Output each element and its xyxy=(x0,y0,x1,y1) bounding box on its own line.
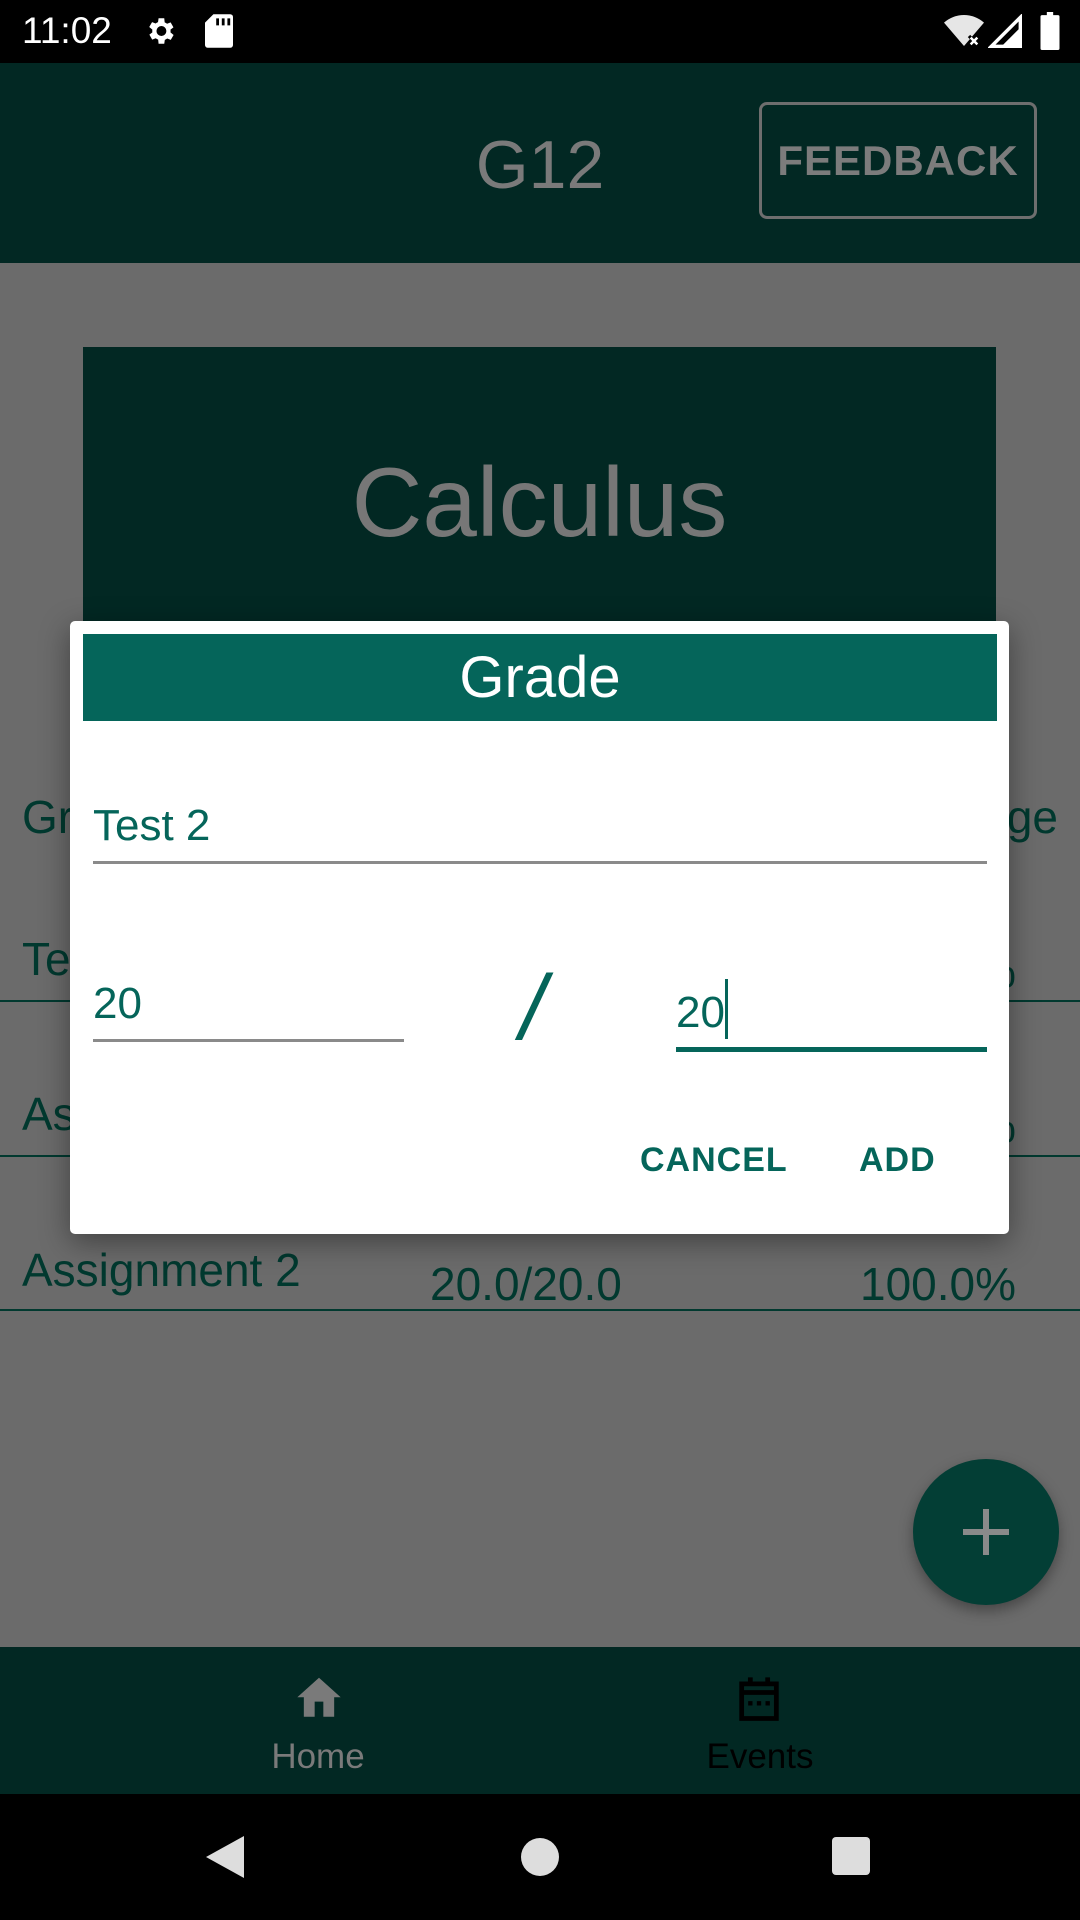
row-name: Assignment 2 xyxy=(22,1244,301,1296)
row-percent: 100.0% xyxy=(859,1258,1016,1310)
wifi-off-icon xyxy=(944,15,984,48)
cancel-button[interactable]: CANCEL xyxy=(640,1141,788,1180)
back-icon[interactable] xyxy=(204,1834,246,1880)
nav-label: Home xyxy=(271,1737,365,1776)
recents-icon[interactable] xyxy=(831,1836,871,1876)
home-icon xyxy=(297,1677,341,1717)
bottom-nav: Home Events xyxy=(0,1647,1080,1794)
separator: / xyxy=(520,957,546,1059)
total-input[interactable]: 20 xyxy=(676,979,987,1052)
feedback-button[interactable]: FEEDBACK xyxy=(759,102,1037,219)
status-time: 11:02 xyxy=(22,10,112,51)
text-cursor xyxy=(724,979,728,1039)
app-bar: G12 FEEDBACK xyxy=(0,63,1080,263)
add-fab[interactable] xyxy=(913,1459,1059,1605)
sd-card-icon xyxy=(205,14,233,48)
add-button[interactable]: ADD xyxy=(859,1141,936,1180)
grade-dialog: Grade Test 2 20 / 20 CANCEL ADD xyxy=(70,621,1009,1234)
nav-item-home[interactable]: Home xyxy=(168,1647,468,1794)
row-score: 20.0/20.0 xyxy=(430,1258,622,1310)
system-nav-bar xyxy=(0,1794,1080,1920)
score-input[interactable]: 20 xyxy=(93,979,404,1042)
plus-icon xyxy=(963,1509,1009,1555)
dialog-title: Grade xyxy=(83,634,997,721)
course-title: Calculus xyxy=(351,447,728,557)
signal-icon xyxy=(988,14,1022,48)
battery-icon xyxy=(1040,12,1060,50)
status-bar: 11:02 xyxy=(0,0,1080,63)
calendar-icon xyxy=(739,1677,779,1721)
nav-item-events[interactable]: Events xyxy=(610,1647,910,1794)
gear-icon xyxy=(149,18,174,44)
nav-label: Events xyxy=(706,1737,814,1776)
total-value: 20 xyxy=(676,988,725,1037)
home-circle-icon[interactable] xyxy=(519,1836,561,1878)
grade-name-input[interactable]: Test 2 xyxy=(93,801,987,864)
